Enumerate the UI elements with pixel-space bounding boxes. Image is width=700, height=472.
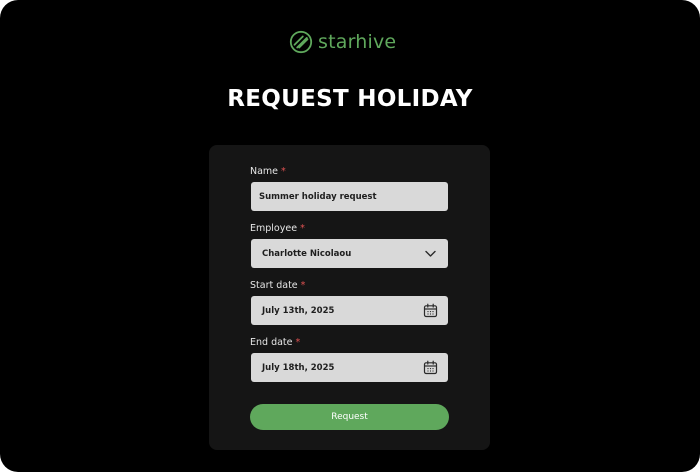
start-date-value: July 13th, 2025	[262, 305, 335, 316]
brand-name: starhive	[318, 31, 397, 53]
required-mark: *	[300, 223, 305, 234]
name-input[interactable]: Summer holiday request	[251, 182, 448, 211]
calendar-icon[interactable]	[423, 360, 438, 375]
employee-select[interactable]: Charlotte Nicolaou	[251, 239, 448, 268]
end-date-value: July 18th, 2025	[262, 362, 335, 373]
employee-select-value: Charlotte Nicolaou	[262, 248, 352, 259]
start-date-label: Start date *	[250, 280, 305, 291]
name-label: Name *	[250, 166, 286, 177]
employee-label-text: Employee	[250, 223, 298, 234]
app-window: starhive REQUEST HOLIDAY Name * Summer ho…	[0, 0, 700, 472]
employee-label: Employee *	[250, 223, 305, 234]
end-date-label-text: End date	[250, 337, 293, 348]
calendar-icon[interactable]	[423, 303, 438, 318]
end-date-label: End date *	[250, 337, 300, 348]
brand-logo: starhive	[289, 28, 396, 56]
start-date-input[interactable]: July 13th, 2025	[251, 296, 448, 325]
end-date-input[interactable]: July 18th, 2025	[251, 353, 448, 382]
page-title: REQUEST HOLIDAY	[227, 86, 473, 112]
required-mark: *	[295, 337, 301, 348]
start-date-label-text: Start date	[250, 280, 298, 291]
name-label-text: Name	[250, 166, 279, 177]
required-mark: *	[300, 280, 306, 291]
chevron-down-icon[interactable]	[423, 246, 438, 261]
required-mark: *	[281, 166, 286, 177]
name-input-value: Summer holiday request	[259, 191, 377, 202]
starhive-logo-icon	[289, 30, 313, 54]
request-button[interactable]: Request	[250, 404, 449, 430]
